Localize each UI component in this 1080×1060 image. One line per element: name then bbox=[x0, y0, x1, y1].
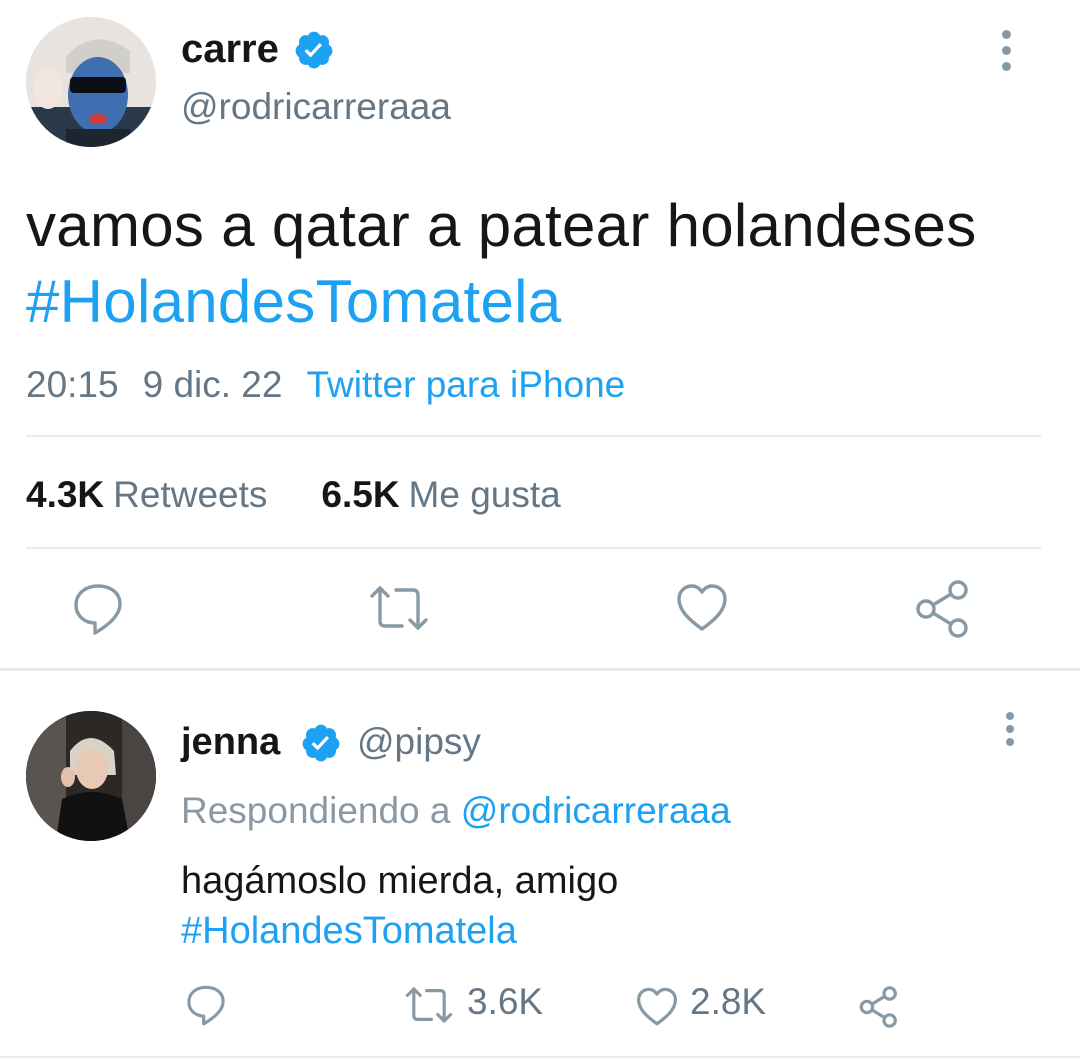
retweets-label: Retweets bbox=[113, 474, 268, 515]
tweet-text: vamos a qatar a patear holandeses #Holan… bbox=[26, 188, 1046, 340]
retweet-icon[interactable] bbox=[405, 985, 453, 1025]
avatar-image bbox=[26, 711, 156, 841]
verified-badge-icon bbox=[300, 722, 342, 764]
author-handle[interactable]: @rodricarreraaa bbox=[181, 84, 451, 130]
reply-icon[interactable] bbox=[186, 985, 226, 1027]
more-vertical-icon[interactable] bbox=[996, 28, 1018, 74]
tweet-time: 20:15 bbox=[26, 364, 119, 405]
likes-count: 6.5K bbox=[321, 474, 400, 515]
reply-author-handle[interactable]: @pipsy bbox=[357, 718, 481, 766]
hashtag-link[interactable]: #HolandesTomatela bbox=[26, 268, 561, 335]
reply-retweets-count: 3.6K bbox=[467, 981, 544, 1022]
share-icon[interactable] bbox=[858, 985, 900, 1029]
likes-stat[interactable]: 6.5K Me gusta bbox=[321, 474, 560, 515]
tweet-date: 9 dic. 22 bbox=[142, 364, 283, 405]
reply-body: hagámoslo mierda, amigo bbox=[181, 860, 619, 902]
tweet-body: vamos a qatar a patear holandeses bbox=[26, 192, 977, 259]
reply-likes-count: 2.8K bbox=[690, 981, 767, 1022]
like-icon[interactable] bbox=[676, 583, 728, 633]
avatar-image bbox=[26, 17, 156, 147]
retweets-count: 4.3K bbox=[26, 474, 105, 515]
share-icon[interactable] bbox=[914, 578, 972, 640]
author-name[interactable]: carre bbox=[181, 24, 279, 74]
divider bbox=[0, 1056, 1080, 1058]
replying-to-line: Respondiendo a @rodricarreraaa bbox=[181, 788, 731, 834]
verified-badge-icon bbox=[293, 29, 335, 71]
likes-label: Me gusta bbox=[408, 474, 561, 515]
like-icon[interactable] bbox=[636, 987, 678, 1027]
divider bbox=[26, 435, 1041, 437]
retweet-icon[interactable] bbox=[369, 583, 429, 633]
divider bbox=[26, 547, 1041, 549]
tweet-source-link[interactable]: Twitter para iPhone bbox=[306, 364, 625, 405]
replying-to-link[interactable]: @rodricarreraaa bbox=[461, 790, 731, 831]
replying-prefix: Respondiendo a bbox=[181, 790, 451, 831]
tweet-metadata: 20:15 9 dic. 22 Twitter para iPhone bbox=[26, 362, 649, 408]
reply-author-avatar[interactable] bbox=[26, 711, 156, 841]
reply-author-name[interactable]: jenna bbox=[181, 718, 280, 766]
reply-icon[interactable] bbox=[73, 583, 123, 637]
retweets-stat[interactable]: 4.3K Retweets bbox=[26, 474, 267, 515]
section-divider bbox=[0, 668, 1080, 671]
tweet-stats: 4.3K Retweets 6.5K Me gusta bbox=[26, 472, 561, 518]
hashtag-link[interactable]: #HolandesTomatela bbox=[181, 906, 1041, 956]
author-avatar[interactable] bbox=[26, 17, 156, 147]
more-vertical-icon[interactable] bbox=[1000, 710, 1022, 750]
reply-text: hagámoslo mierda, amigo #HolandesTomatel… bbox=[181, 856, 1041, 956]
